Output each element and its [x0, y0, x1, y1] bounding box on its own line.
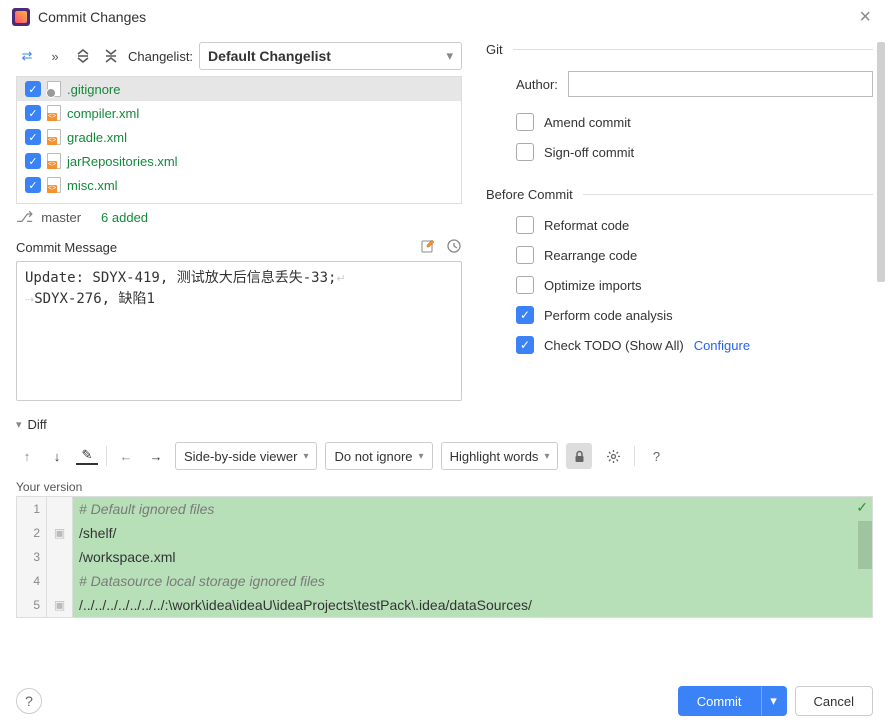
changelist-dropdown[interactable]: Default Changelist ▾: [199, 42, 462, 70]
rearrange-checkbox[interactable]: [516, 246, 534, 264]
gear-icon[interactable]: [600, 443, 626, 469]
forward-icon[interactable]: →: [145, 445, 167, 467]
commit-message-template-icon[interactable]: [420, 238, 436, 257]
file-checkbox[interactable]: ✓: [25, 177, 41, 193]
collapse-all-icon[interactable]: [100, 45, 122, 67]
fold-icon[interactable]: [47, 545, 73, 569]
todo-checkbox[interactable]: ✓: [516, 336, 534, 354]
app-icon: [12, 8, 30, 26]
ok-icon: ✓: [856, 499, 868, 516]
file-name: gradle.xml: [67, 130, 127, 145]
chevron-down-icon: ▾: [16, 418, 22, 431]
whitespace-select[interactable]: Do not ignore▾: [325, 442, 432, 470]
commit-dialog: Commit Changes × ⇄ » Changelist: Defau: [0, 0, 889, 726]
file-icon: [47, 105, 61, 121]
file-icon: [47, 81, 61, 97]
file-name: compiler.xml: [67, 106, 139, 121]
help-button[interactable]: ?: [16, 688, 42, 714]
commit-message-input[interactable]: Update: SDYX-419, 测试放大后信息丢失-33;↵⇢SDYX-27…: [16, 261, 462, 401]
changelist-label: Changelist:: [128, 49, 193, 64]
code-line: 2 ▣ /shelf/: [17, 521, 872, 545]
commit-button[interactable]: Commit: [678, 686, 761, 716]
commit-dropdown[interactable]: ▾: [761, 686, 787, 716]
edit-icon[interactable]: ✎: [76, 447, 98, 465]
amend-checkbox[interactable]: [516, 113, 534, 131]
file-icon: [47, 177, 61, 193]
branch-status: ⎇ master 6 added: [16, 204, 462, 230]
fold-icon[interactable]: [47, 569, 73, 593]
prev-diff-icon[interactable]: ↑: [16, 445, 38, 467]
file-checkbox[interactable]: ✓: [25, 153, 41, 169]
cancel-button[interactable]: Cancel: [795, 686, 873, 716]
diff-toggle[interactable]: ▾ Diff: [16, 415, 873, 434]
refresh-icon[interactable]: ⇄: [16, 45, 38, 67]
before-commit-label: Before Commit: [486, 187, 873, 202]
configure-link[interactable]: Configure: [694, 338, 750, 353]
code-line: 5 ▣ /../../../../../../../:\work\idea\id…: [17, 593, 872, 617]
file-list[interactable]: ✓ .gitignore✓ compiler.xml✓ gradle.xml✓ …: [16, 76, 462, 204]
file-name: .gitignore: [67, 82, 120, 97]
file-checkbox[interactable]: ✓: [25, 81, 41, 97]
signoff-checkbox[interactable]: [516, 143, 534, 161]
code-line: 4 # Datasource local storage ignored fil…: [17, 569, 872, 593]
file-row[interactable]: ✓ jarRepositories.xml: [17, 149, 461, 173]
fold-icon[interactable]: [47, 497, 73, 521]
history-icon[interactable]: [446, 238, 462, 257]
titlebar: Commit Changes ×: [0, 0, 889, 34]
file-row[interactable]: ✓ .gitignore: [17, 77, 461, 101]
highlight-select[interactable]: Highlight words▾: [441, 442, 559, 470]
diff-scrollbar[interactable]: [858, 521, 872, 569]
commit-message-label: Commit Message: [16, 240, 117, 255]
window-title: Commit Changes: [38, 9, 146, 25]
reformat-checkbox[interactable]: [516, 216, 534, 234]
branch-icon: ⎇: [16, 208, 33, 226]
close-icon[interactable]: ×: [853, 6, 877, 29]
viewer-mode-select[interactable]: Side-by-side viewer▾: [175, 442, 317, 470]
back-icon[interactable]: ←: [115, 445, 137, 467]
chevrons-icon[interactable]: »: [44, 45, 66, 67]
author-label: Author:: [516, 77, 558, 92]
diff-code[interactable]: ✓ 1 # Default ignored files2 ▣ /shelf/3 …: [16, 496, 873, 618]
help-diff-icon[interactable]: ?: [643, 443, 669, 469]
changelist-toolbar: ⇄ » Changelist: Default Changelist ▾: [16, 38, 462, 74]
lock-icon[interactable]: [566, 443, 592, 469]
optimize-checkbox[interactable]: [516, 276, 534, 294]
fold-icon[interactable]: ▣: [47, 521, 73, 545]
chevron-down-icon: ▾: [446, 48, 453, 64]
file-row[interactable]: ✓ compiler.xml: [17, 101, 461, 125]
your-version-label: Your version: [16, 478, 873, 496]
file-row[interactable]: ✓ gradle.xml: [17, 125, 461, 149]
file-name: misc.xml: [67, 178, 118, 193]
analysis-checkbox[interactable]: ✓: [516, 306, 534, 324]
file-icon: [47, 153, 61, 169]
fold-icon[interactable]: ▣: [47, 593, 73, 617]
expand-all-icon[interactable]: [72, 45, 94, 67]
code-line: 1 # Default ignored files: [17, 497, 872, 521]
file-checkbox[interactable]: ✓: [25, 105, 41, 121]
next-diff-icon[interactable]: ↓: [46, 445, 68, 467]
file-checkbox[interactable]: ✓: [25, 129, 41, 145]
author-input[interactable]: [568, 71, 873, 97]
code-line: 3 /workspace.xml: [17, 545, 872, 569]
file-icon: [47, 129, 61, 145]
file-row[interactable]: ✓ misc.xml: [17, 173, 461, 197]
git-section-label: Git: [486, 42, 873, 57]
right-scrollbar[interactable]: [877, 42, 885, 282]
file-name: jarRepositories.xml: [67, 154, 178, 169]
